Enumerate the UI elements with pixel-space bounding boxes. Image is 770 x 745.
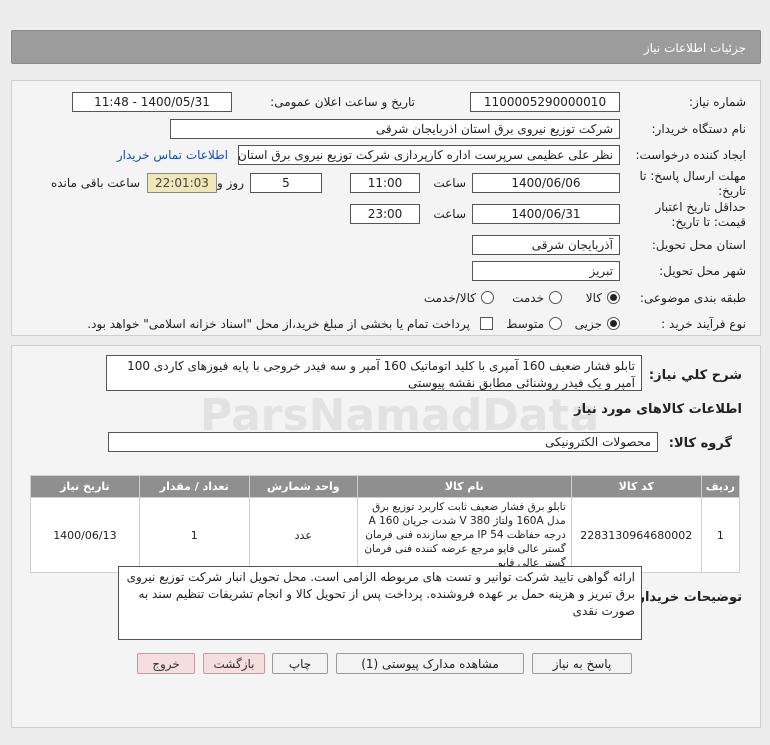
buyer-label: نام دستگاه خریدار: — [651, 122, 747, 136]
col-unit: واحد شمارش — [248, 475, 358, 498]
cell-name: تابلو برق فشار ضعیف ثابت کاربرد توزیع بر… — [356, 497, 572, 573]
validity-time-label: ساعت — [433, 207, 466, 221]
buyer-notes-text: ارائه گواهی تایید شرکت توانیر و تست های … — [118, 566, 642, 640]
announce-label: تاریخ و ساعت اعلان عمومی: — [270, 95, 415, 109]
col-row: ردیف — [700, 475, 741, 498]
summary-text: تابلو فشار ضعیف 160 آمپری با کلید اتومات… — [106, 355, 642, 391]
deadline-date-field: 1400/06/06 — [472, 173, 620, 193]
remaining-label: ساعت باقی مانده — [50, 176, 140, 190]
goods-group-field: محصولات الکترونیکی — [108, 432, 658, 452]
deadline-time-label: ساعت — [433, 176, 466, 190]
deadline-time-field: 11:00 — [350, 173, 420, 193]
col-code: کد کالا — [570, 475, 702, 498]
process-label: نوع فرآیند خرید : — [661, 317, 746, 331]
view-attachments-button[interactable]: مشاهده مدارک پیوستی (1) — [336, 653, 524, 674]
treasury-payment-checkbox[interactable] — [480, 317, 493, 330]
process-option-minor: جزیی — [574, 317, 602, 331]
treasury-payment-note: پرداخت تمام یا بخشی از مبلغ خرید،از محل … — [87, 317, 470, 331]
creator-field: نظر علی عظیمی سرپرست اداره کارپردازی شرک… — [238, 145, 620, 165]
goods-table-header: ردیف کد کالا نام کالا واحد شمارش تعداد /… — [30, 475, 741, 498]
validity-time-field: 23:00 — [350, 204, 420, 224]
buyer-field: شرکت توزیع نیروی برق استان اذربایجان شرق… — [170, 119, 620, 139]
category-label: طبقه بندی موضوعی: — [639, 291, 746, 305]
validity-label-2: قیمت: تا تاریخ: — [671, 215, 746, 229]
cell-date: 1400/06/13 — [30, 497, 140, 573]
reply-button[interactable]: پاسخ به نیاز — [532, 653, 632, 674]
process-radio-medium[interactable] — [549, 317, 562, 330]
goods-table: ردیف کد کالا نام کالا واحد شمارش تعداد /… — [30, 475, 741, 573]
col-date: تاریخ نیاز — [30, 475, 140, 498]
days-field: 5 — [250, 173, 322, 193]
col-name: نام کالا — [356, 475, 572, 498]
province-field: آذربایجان شرقی — [472, 235, 620, 255]
remaining-time-field: 22:01:03 — [147, 173, 217, 193]
category-option-service: خدمت — [512, 291, 544, 305]
buyer-contact-link[interactable]: اطلاعات تماس خریدار — [117, 148, 228, 162]
category-radio-goods-service[interactable] — [481, 291, 494, 304]
goods-group-label: گروه کالا: — [668, 436, 732, 451]
category-radio-service[interactable] — [549, 291, 562, 304]
buyer-notes-label: توضیحات خریدار: — [632, 590, 742, 605]
need-details-panel: شماره نیاز: 1100005290000010 تاریخ و ساع… — [11, 80, 761, 336]
deadline-label-1: مهلت ارسال پاسخ: تا — [639, 169, 746, 183]
need-number-field: 1100005290000010 — [470, 92, 620, 112]
page-title: جزئیات اطلاعات نیاز — [643, 41, 746, 55]
col-qty: تعداد / مقدار — [138, 475, 250, 498]
cell-qty: 1 — [138, 497, 250, 573]
validity-date-field: 1400/06/31 — [472, 204, 620, 224]
page-header: جزئیات اطلاعات نیاز — [11, 30, 761, 64]
city-field: تبریز — [472, 261, 620, 281]
print-button[interactable]: چاپ — [272, 653, 328, 674]
cell-unit: عدد — [248, 497, 358, 573]
province-label: استان محل تحویل: — [651, 238, 746, 252]
summary-label: شرح کلي نیاز: — [648, 368, 742, 383]
announce-field: 1400/05/31 - 11:48 — [72, 92, 232, 112]
days-label: روز و — [217, 176, 244, 190]
deadline-label-2: تاریخ: — [718, 184, 746, 198]
category-radio-goods[interactable] — [607, 291, 620, 304]
process-option-medium: متوسط — [506, 317, 544, 331]
category-option-goods-service: کالا/خدمت — [423, 291, 476, 305]
cell-row: 1 — [700, 497, 741, 573]
goods-section-title: اطلاعات کالاهای مورد نیاز — [574, 402, 742, 417]
creator-label: ایجاد کننده درخواست: — [635, 148, 746, 162]
exit-button[interactable]: خروج — [137, 653, 195, 674]
cell-code: 2283130964680002 — [570, 497, 702, 573]
category-option-goods: کالا — [585, 291, 602, 305]
table-row: 1 2283130964680002 تابلو برق فشار ضعیف ث… — [30, 497, 741, 573]
back-button[interactable]: بازگشت — [203, 653, 265, 674]
city-label: شهر محل تحویل: — [659, 264, 746, 278]
process-radio-minor[interactable] — [607, 317, 620, 330]
need-number-label: شماره نیاز: — [689, 95, 746, 109]
validity-label-1: حداقل تاریخ اعتبار — [655, 200, 746, 214]
